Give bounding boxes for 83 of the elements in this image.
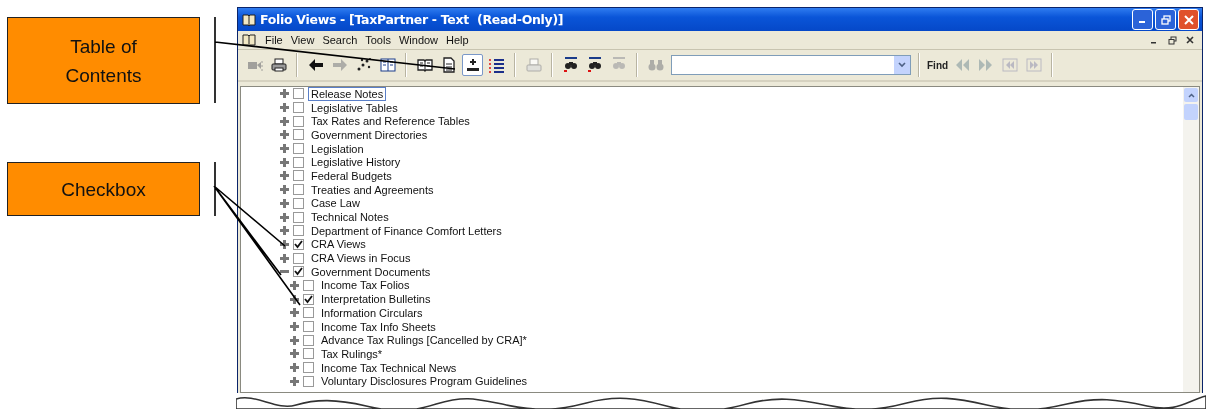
checkbox[interactable] [303, 293, 314, 305]
scrollbar[interactable] [1183, 87, 1199, 392]
tree-item[interactable]: Government Directories [308, 127, 431, 142]
book-icon [242, 33, 256, 47]
expand-icon[interactable] [280, 239, 289, 249]
menu-item[interactable]: Window [395, 34, 442, 46]
checkbox[interactable] [303, 307, 314, 319]
binoculars-icon [647, 57, 664, 73]
checkbox[interactable] [303, 321, 314, 333]
left-arrow-icon [307, 57, 324, 73]
tree-item[interactable]: Government Documents [308, 264, 434, 279]
book-icon [242, 12, 256, 27]
tree-item[interactable]: Income Tax Info Sheets [318, 319, 439, 334]
tree-item[interactable]: Income Tax Technical News [318, 360, 460, 375]
tree-item[interactable]: Income Tax Folios [318, 278, 413, 293]
tree-item[interactable]: Tax Rulings* [318, 346, 386, 361]
checkbox[interactable] [303, 348, 314, 360]
open-book-icon [416, 57, 433, 73]
callout-label: Checkbox [7, 162, 200, 216]
minimize-button[interactable] [1132, 9, 1153, 30]
tree-item[interactable]: Tax Rates and Reference Tables [308, 114, 473, 129]
scroll-thumb[interactable] [1184, 104, 1198, 120]
tree-item[interactable]: Voluntary Disclosures Program Guidelines [318, 374, 531, 389]
checkbox[interactable] [293, 252, 304, 264]
scroll-up-button[interactable] [1184, 88, 1198, 102]
tree-item[interactable]: Legislative Tables [308, 100, 401, 115]
tree-item[interactable]: Department of Finance Comfort Letters [308, 223, 505, 238]
checkbox[interactable] [293, 211, 304, 223]
tree-item[interactable]: Case Law [308, 196, 363, 211]
checkbox[interactable] [303, 279, 314, 291]
checkbox[interactable] [293, 88, 304, 100]
right-arrow-icon [331, 57, 348, 73]
document-icon [440, 57, 457, 73]
tree-item[interactable]: Information Circulars [318, 305, 426, 320]
close-icon [1183, 14, 1194, 25]
tree-item[interactable]: CRA Views in Focus [308, 251, 414, 266]
callout-label: Table of Contents [7, 17, 200, 104]
skip-left-icon [1001, 57, 1018, 73]
list-icon [488, 57, 505, 73]
find-combo-box[interactable] [671, 55, 911, 75]
tree-item[interactable]: CRA Views [308, 237, 369, 252]
window-title: Folio Views - [TaxPartner - Text (Read-Only)] [260, 12, 564, 27]
tree-item[interactable]: Treaties and Agreements [308, 182, 437, 197]
checkbox[interactable] [293, 197, 304, 209]
menu-item[interactable]: Tools [362, 34, 394, 46]
checkbox[interactable] [293, 102, 304, 114]
expand-icon[interactable] [290, 294, 299, 304]
menu-item[interactable]: Search [319, 34, 361, 46]
menu-item[interactable]: File [262, 34, 286, 46]
checkbox[interactable] [303, 375, 314, 387]
binoculars-icon [562, 57, 579, 73]
close-icon [1186, 36, 1194, 44]
binoculars-icon [586, 57, 603, 73]
checkbox[interactable] [293, 129, 304, 141]
checkbox[interactable] [293, 115, 304, 127]
checkbox[interactable] [293, 184, 304, 196]
tree-item[interactable]: Release Notes [308, 87, 387, 101]
restore-icon [1167, 35, 1177, 45]
menu-item[interactable]: View [287, 34, 318, 46]
checkbox[interactable] [293, 156, 304, 168]
tree-item[interactable]: Legislative History [308, 155, 404, 170]
tree-item[interactable]: Legislation [308, 141, 367, 156]
checkbox[interactable] [293, 266, 304, 278]
toolbar-button[interactable] [462, 54, 483, 76]
checkbox[interactable] [293, 170, 304, 182]
restore-icon [1160, 14, 1171, 25]
printer-icon [270, 57, 287, 73]
checkbox[interactable] [293, 238, 304, 250]
find-label: Find [927, 59, 949, 71]
tree-item[interactable]: Federal Budgets [308, 168, 395, 183]
menu-item[interactable]: Help [443, 34, 472, 46]
checkbox[interactable] [303, 334, 314, 346]
checkbox[interactable] [293, 143, 304, 155]
restore-button[interactable] [1155, 9, 1176, 30]
double-right-arrow-icon [977, 57, 994, 73]
checkbox[interactable] [293, 225, 304, 237]
skip-right-icon [1025, 57, 1042, 73]
tree-item[interactable]: Advance Tax Rulings [Cancelled by CRA]* [318, 333, 530, 348]
checkbox[interactable] [303, 362, 314, 374]
printer-icon [525, 57, 542, 73]
tree-item[interactable]: Interpretation Bulletins [318, 292, 434, 307]
dots-icon [355, 57, 372, 73]
tree-item[interactable]: Technical Notes [308, 210, 392, 225]
